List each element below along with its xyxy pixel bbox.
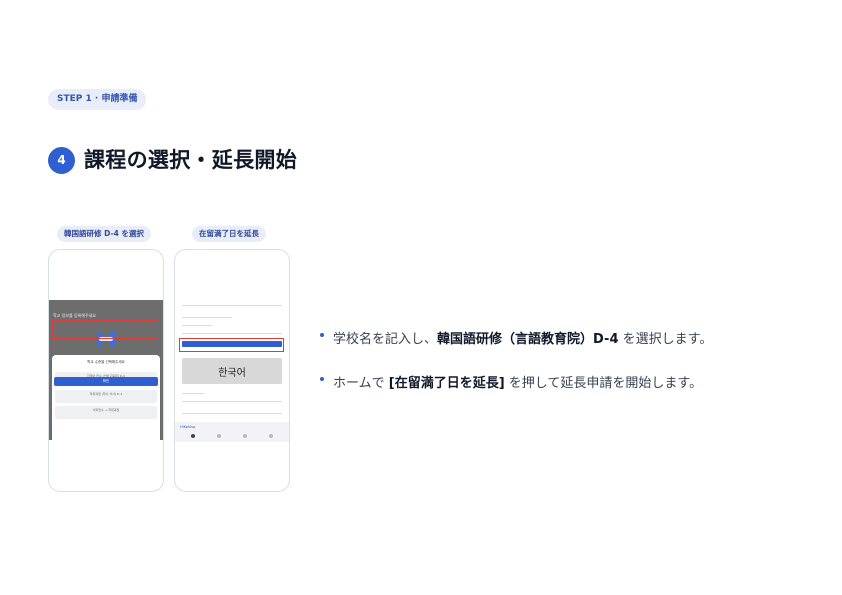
red-highlight-box xyxy=(179,338,284,352)
step-badge: STEP 1 · 申請準備 xyxy=(48,89,147,110)
bullet-dot xyxy=(320,333,324,337)
instruction-text: 学校名を記入し、韓国語研修（言語教育院）D-4 を選択します。 xyxy=(333,332,713,347)
option-label: 학위과정 (학사·석사) D-2 xyxy=(89,392,123,396)
screenshot-caption-extend: 在留満了日を延長 xyxy=(192,226,266,242)
sheet-title: 학교 수준을 선택해주세요 xyxy=(87,360,125,364)
instruction-text: ホームで [在留満了日を延長] を押して延長申請を開始します。 xyxy=(333,376,703,391)
screenshot-caption-course-select: 韓国語研修 D-4 を選択 xyxy=(57,226,151,242)
step-number-badge: 4 xyxy=(48,147,75,174)
instruction-emphasis: [在留満了日を延長] xyxy=(388,376,505,391)
bottom-nav: HiKoVisa xyxy=(175,422,289,442)
divider xyxy=(182,317,232,318)
red-highlight-box xyxy=(52,320,158,339)
nav-icon[interactable] xyxy=(269,434,273,438)
phone-screenshot-course-select: 학교 정보를 등록해주세요 학교 수준을 선택해주세요 한국어 연수 (언어교육… xyxy=(48,249,164,492)
bullet-dot xyxy=(320,377,324,381)
divider xyxy=(182,325,212,326)
confirm-button[interactable]: 확인 xyxy=(54,377,158,386)
nav-icon[interactable] xyxy=(243,434,247,438)
divider xyxy=(182,305,282,306)
course-option-transfer[interactable]: 어학연수 → 학위과정 xyxy=(55,406,157,419)
page-title: 課程の選択・延長開始 xyxy=(84,148,297,172)
divider xyxy=(182,393,204,394)
divider xyxy=(182,333,282,334)
instruction-emphasis: 韓国語研修（言語教育院）D-4 xyxy=(437,332,619,347)
option-label: 어학연수 → 학위과정 xyxy=(92,408,120,412)
phone-screenshot-home: 한국어 HiKoVisa xyxy=(174,249,290,492)
divider xyxy=(182,413,282,414)
korean-label: 한국어 xyxy=(218,368,246,379)
course-option-d2[interactable]: 학위과정 (학사·석사) D-2 xyxy=(55,390,157,403)
divider xyxy=(182,401,282,402)
bottom-sheet: 학교 수준을 선택해주세요 한국어 연수 (언어교육원) D-4 학위과정 (학… xyxy=(52,355,160,440)
phone-top-text: 학교 정보를 등록해주세요 xyxy=(53,313,97,318)
phone-screen: 한국어 xyxy=(179,297,285,434)
home-icon[interactable] xyxy=(191,434,195,438)
language-card: 한국어 xyxy=(182,358,282,384)
nav-icon[interactable] xyxy=(217,434,221,438)
app-name: HiKoVisa xyxy=(180,425,196,429)
